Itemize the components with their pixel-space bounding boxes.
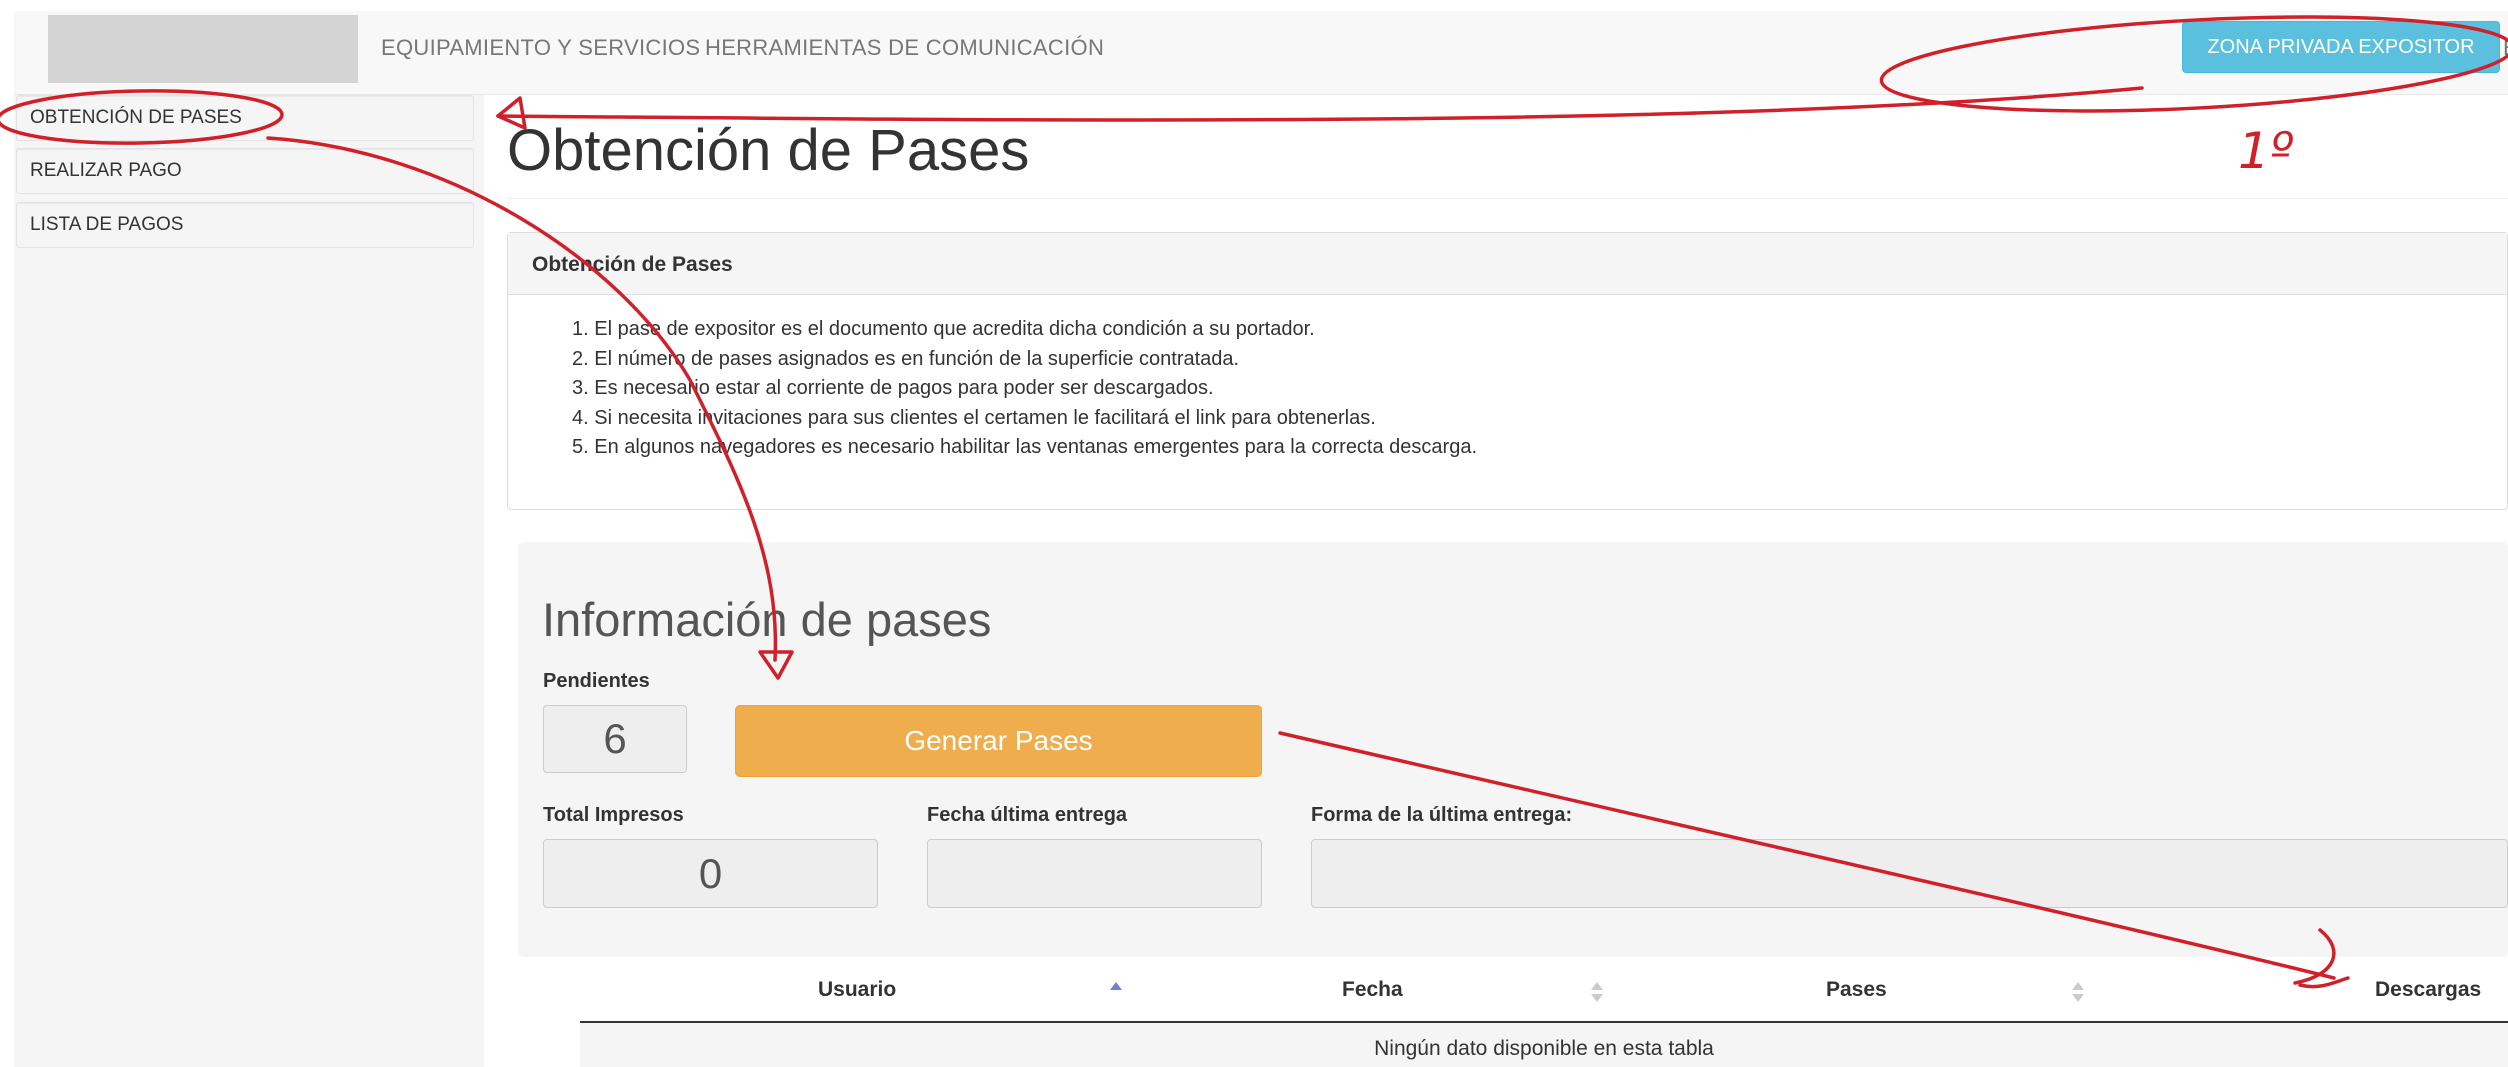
nav-link-communication-tools[interactable]: HERRAMIENTAS DE COMUNICACIÓN — [705, 35, 1104, 61]
column-header-passes[interactable]: Pases — [1826, 978, 1887, 1002]
title-divider — [507, 198, 2508, 199]
sidebar-item-pass-retrieval[interactable]: OBTENCIÓN DE PASES — [16, 95, 474, 141]
panel-heading: Obtención de Pases — [508, 233, 2507, 295]
list-item: 2. El número de pases asignados es en fu… — [572, 347, 1240, 370]
brand-logo[interactable] — [48, 15, 358, 83]
sidebar-item-payment-list[interactable]: LISTA DE PAGOS — [16, 202, 474, 248]
pass-info-well: Información de pases Pendientes 6 Genera… — [518, 542, 2508, 957]
last-delivery-form-label: Forma de la última entrega: — [1311, 804, 1573, 826]
list-item: 3. Es necesario estar al corriente de pa… — [572, 377, 1214, 399]
pass-info-title: Información de pases — [542, 593, 992, 646]
list-item: 5. En algunos navegadores es necesario h… — [572, 436, 1478, 458]
sort-both-icon[interactable] — [2071, 978, 2085, 1006]
info-panel: Obtención de Pases 1. El pase de exposit… — [507, 232, 2508, 510]
exhibitor-private-zone-button[interactable]: ZONA PRIVADA EXPOSITOR — [2182, 21, 2500, 73]
table-header-row: Usuario Fecha Pases Descargas — [580, 963, 2508, 1023]
pending-label: Pendientes — [543, 670, 650, 692]
last-delivery-date-label: Fecha última entrega — [927, 804, 1128, 826]
last-delivery-date-field — [927, 839, 1262, 908]
column-header-downloads[interactable]: Descargas — [2375, 978, 2481, 1002]
nav-link-truncated[interactable]: En — [2503, 35, 2508, 61]
total-printed-label: Total Impresos — [543, 804, 684, 826]
nav-link-equipment-services[interactable]: EQUIPAMIENTO Y SERVICIOS — [381, 35, 700, 61]
top-navbar: EQUIPAMIENTO Y SERVICIOS HERRAMIENTAS DE… — [14, 11, 2508, 95]
sort-ascending-icon[interactable] — [1109, 978, 1123, 1006]
page-title: Obtención de Pases — [507, 118, 1030, 183]
list-item: 4. Si necesita invitaciones para sus cli… — [572, 406, 1376, 429]
column-header-user[interactable]: Usuario — [818, 978, 896, 1002]
sidebar-item-make-payment[interactable]: REALIZAR PAGO — [16, 148, 474, 194]
sidebar: OBTENCIÓN DE PASES REALIZAR PAGO LISTA D… — [14, 95, 484, 1067]
sort-both-icon[interactable] — [1590, 978, 1604, 1006]
list-item: 1. El pase de expositor es el documento … — [572, 318, 1315, 340]
generate-passes-button[interactable]: Generar Pases — [735, 705, 1262, 777]
total-printed-field: 0 — [543, 839, 878, 908]
table-empty-row: Ningún dato disponible en esta tabla — [580, 1023, 2508, 1067]
column-header-date[interactable]: Fecha — [1342, 978, 1403, 1002]
pending-value-field: 6 — [543, 705, 687, 773]
annotation-step-label: 1º — [2238, 122, 2294, 180]
instructions-list: 1. El pase de expositor es el documento … — [508, 295, 2507, 463]
last-delivery-form-field — [1311, 839, 2508, 908]
